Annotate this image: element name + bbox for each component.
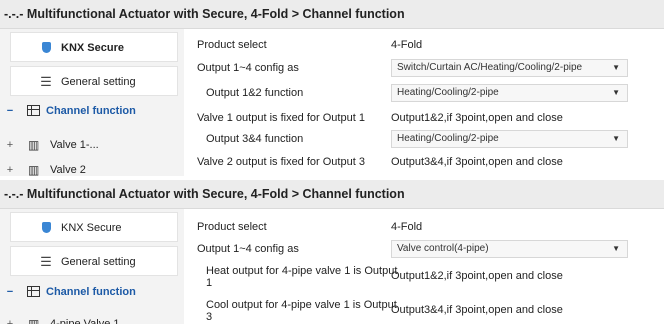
param-row-output12-function: Output 1&2 function Heating/Cooling/2-pi… (184, 82, 664, 104)
param-row-cool-output: Cool output for 4-pipe valve 1 is Output… (184, 296, 664, 324)
output-config-dropdown[interactable]: Switch/Curtain AC/Heating/Cooling/2-pipe… (391, 59, 628, 77)
chevron-down-icon: ▼ (612, 63, 620, 72)
sidebar-item-label: KNX Secure (61, 42, 124, 54)
sidebar-item-label: General setting (61, 256, 136, 268)
param-row-output-config: Output 1~4 config as Switch/Curtain AC/H… (184, 57, 664, 79)
param-label: Output 3&4 function (206, 133, 304, 145)
sidebar-item-label: Channel function (46, 286, 136, 298)
param-value: 4-Fold (391, 221, 423, 233)
param-row-heat-output: Heat output for 4-pipe valve 1 is Output… (184, 262, 664, 292)
sidebar-item-channel-function[interactable]: − Channel function (0, 277, 184, 307)
sidebar-item-knx-secure[interactable]: KNX Secure (10, 32, 178, 62)
dropdown-value: Valve control(4-pipe) (397, 243, 489, 254)
grid-icon (24, 277, 42, 307)
settings-sliders-icon: ☰ (40, 74, 52, 89)
param-row-product-select: Product select 4-Fold (184, 216, 664, 238)
sidebar-item-4pipe-valve-1[interactable]: + ▥ 4-pipe Valve 1 (0, 309, 184, 324)
param-value: Output1&2,if 3point,open and close (391, 270, 563, 282)
expand-toggle[interactable]: + (4, 309, 16, 324)
param-row-valve1-fixed: Valve 1 output is fixed for Output 1 Out… (184, 107, 664, 129)
panel-channel-function-4pipe: -.-.- Multifunctional Actuator with Secu… (0, 180, 664, 324)
sidebar: KNX Secure ☰ General setting − Channel f… (0, 29, 184, 176)
sidebar-item-label: Valve 2 (50, 164, 86, 176)
dropdown-value: Heating/Cooling/2-pipe (397, 133, 499, 144)
sidebar-item-knx-secure[interactable]: KNX Secure (10, 212, 178, 242)
sidebar-item-label: KNX Secure (61, 222, 122, 234)
parameter-list: Product select 4-Fold Output 1~4 config … (184, 209, 664, 324)
chevron-down-icon: ▼ (612, 244, 620, 253)
collapse-toggle[interactable]: − (4, 277, 16, 307)
valve-icon: ▥ (28, 317, 39, 324)
param-label: Heat output for 4-pipe valve 1 is Output… (206, 265, 398, 289)
panel-channel-function-2pipe: -.-.- Multifunctional Actuator with Secu… (0, 0, 664, 176)
param-label: Output 1~4 config as (197, 243, 299, 255)
parameter-list: Product select 4-Fold Output 1~4 config … (184, 29, 664, 176)
output12-function-dropdown[interactable]: Heating/Cooling/2-pipe ▼ (391, 84, 628, 102)
sidebar-item-channel-function[interactable]: − Channel function (0, 96, 184, 126)
sidebar: KNX Secure ☰ General setting − Channel f… (0, 209, 184, 324)
output34-function-dropdown[interactable]: Heating/Cooling/2-pipe ▼ (391, 130, 628, 148)
sidebar-item-label: Channel function (46, 105, 136, 117)
param-label: Product select (197, 221, 267, 233)
window-title: -.-.- Multifunctional Actuator with Secu… (0, 180, 664, 209)
sidebar-item-general-setting[interactable]: ☰ General setting (10, 246, 178, 276)
param-value: Output3&4,if 3point,open and close (391, 304, 563, 316)
collapse-toggle[interactable]: − (4, 96, 16, 126)
settings-sliders-icon: ☰ (40, 254, 52, 269)
sidebar-item-label: 4-pipe Valve 1 (50, 318, 120, 324)
chevron-down-icon: ▼ (612, 88, 620, 97)
valve-icon: ▥ (28, 163, 39, 176)
param-value: Output3&4,if 3point,open and close (391, 156, 563, 168)
dropdown-value: Heating/Cooling/2-pipe (397, 87, 499, 98)
param-label: Cool output for 4-pipe valve 1 is Output… (206, 299, 397, 323)
grid-icon (24, 96, 42, 126)
expand-toggle[interactable]: + (4, 155, 16, 176)
sidebar-item-general-setting[interactable]: ☰ General setting (10, 66, 178, 96)
sidebar-item-label: General setting (61, 76, 136, 88)
param-label: Product select (197, 39, 267, 51)
param-label: Valve 1 output is fixed for Output 1 (197, 112, 365, 124)
param-label: Output 1~4 config as (197, 62, 299, 74)
chevron-down-icon: ▼ (612, 134, 620, 143)
param-label: Valve 2 output is fixed for Output 3 (197, 156, 365, 168)
sidebar-item-valve-2[interactable]: + ▥ Valve 2 (0, 155, 184, 176)
param-label: Output 1&2 function (206, 87, 304, 99)
param-row-valve2-fixed: Valve 2 output is fixed for Output 3 Out… (184, 151, 664, 173)
output-config-dropdown[interactable]: Valve control(4-pipe) ▼ (391, 240, 628, 258)
window-title: -.-.- Multifunctional Actuator with Secu… (0, 0, 664, 29)
param-row-output-config: Output 1~4 config as Valve control(4-pip… (184, 238, 664, 260)
param-row-product-select: Product select 4-Fold (184, 34, 664, 56)
param-value: 4-Fold (391, 39, 423, 51)
shield-icon (37, 213, 55, 243)
shield-icon (37, 33, 55, 63)
dropdown-value: Switch/Curtain AC/Heating/Cooling/2-pipe (397, 62, 583, 73)
param-value: Output1&2,if 3point,open and close (391, 112, 563, 124)
param-row-output34-function: Output 3&4 function Heating/Cooling/2-pi… (184, 128, 664, 150)
